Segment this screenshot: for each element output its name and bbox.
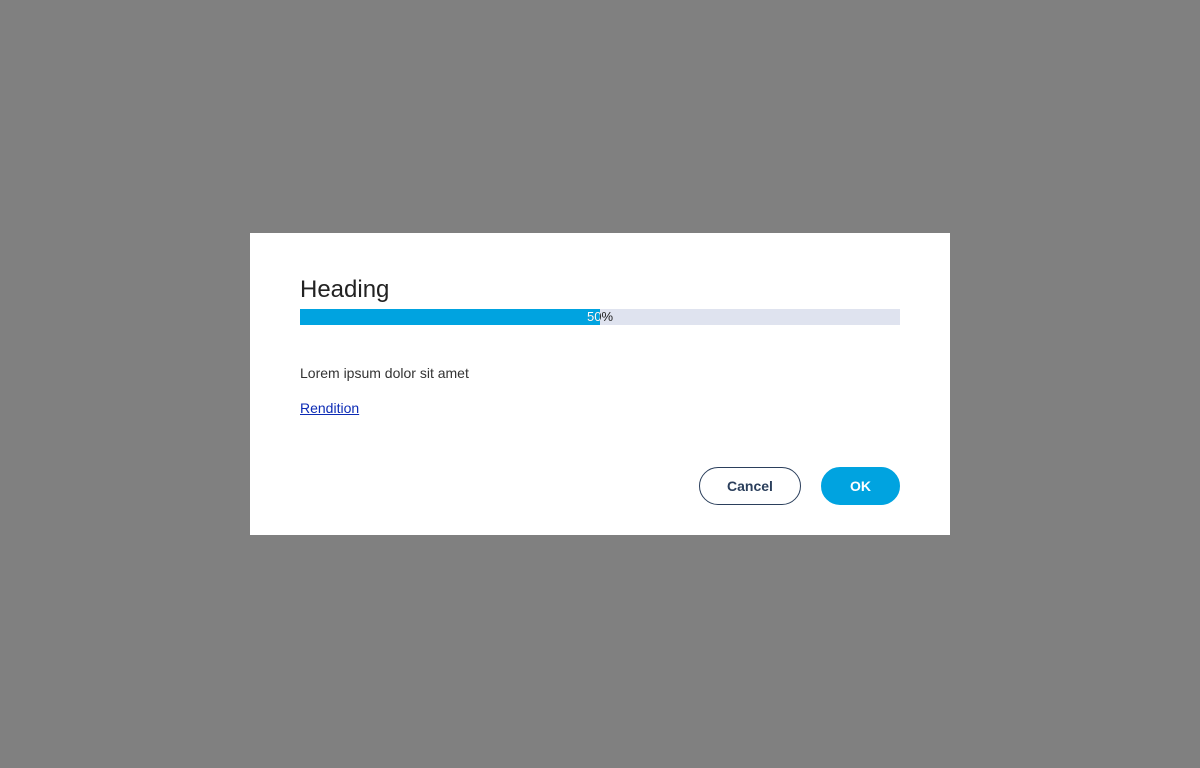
progress-label-light: 50% bbox=[586, 309, 600, 324]
dialog: Heading 50% 50% Lorem ipsum dolor sit am… bbox=[250, 233, 950, 535]
dialog-heading: Heading bbox=[300, 276, 390, 303]
progress-bar: 50% 50% bbox=[300, 309, 900, 325]
progress-label-overlay: 50% bbox=[300, 309, 600, 325]
ok-button[interactable]: OK bbox=[821, 467, 900, 505]
cancel-button[interactable]: Cancel bbox=[699, 467, 801, 505]
rendition-link[interactable]: Rendition bbox=[300, 399, 359, 417]
dialog-message: Lorem ipsum dolor sit amet bbox=[300, 365, 469, 381]
